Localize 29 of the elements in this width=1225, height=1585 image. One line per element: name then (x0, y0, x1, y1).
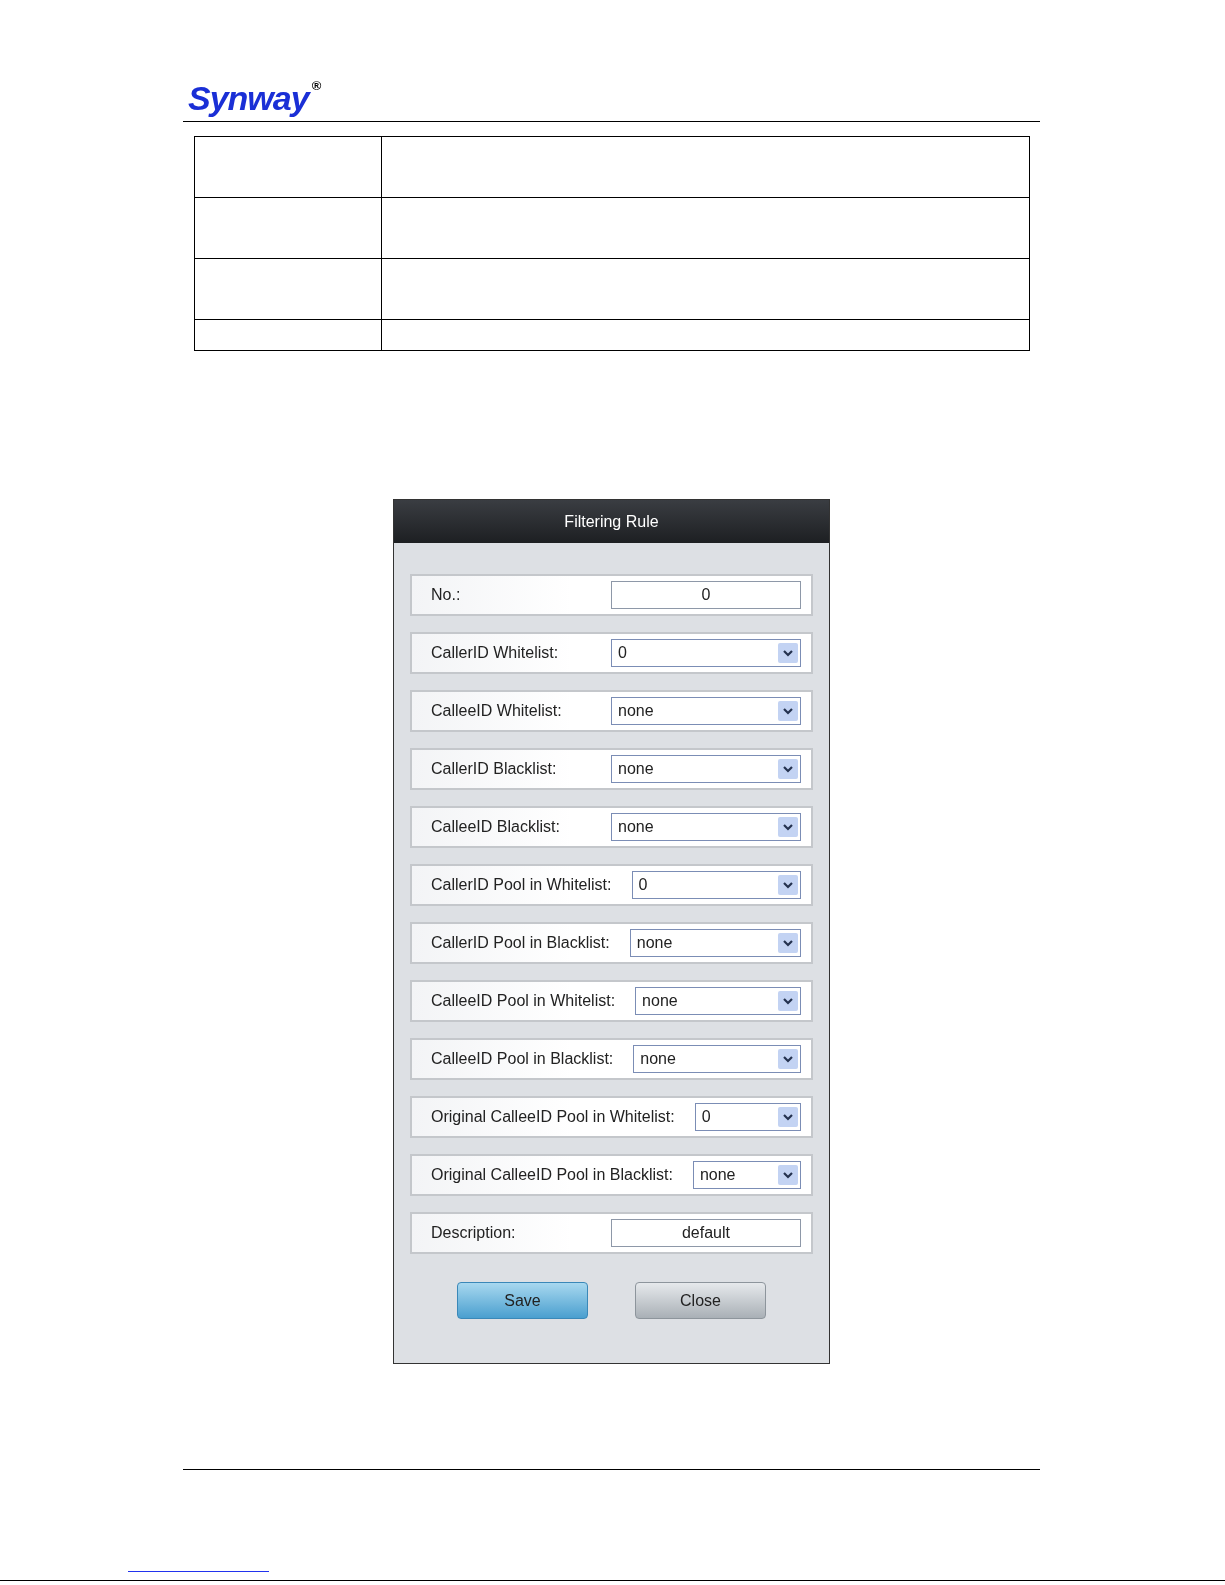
field-label: CalleeID Whitelist: (431, 702, 563, 720)
dropdown[interactable]: 0 (631, 871, 801, 899)
input-field[interactable]: default (611, 1219, 801, 1247)
company-logo: Synway (188, 78, 309, 118)
field-label: CallerID Pool in Blacklist: (431, 934, 610, 952)
dropdown[interactable]: 0 (611, 639, 801, 667)
save-button[interactable]: Save (457, 1282, 588, 1319)
field-label: CallerID Blacklist: (431, 760, 558, 778)
field-label: CallerID Whitelist: (431, 644, 560, 662)
dialog-title: Filtering Rule (394, 500, 829, 543)
registered-mark: ® (311, 78, 322, 93)
field-label: CalleeID Pool in Whitelist: (431, 992, 616, 1010)
field-label: CallerID Pool in Whitelist: (431, 876, 612, 894)
dropdown[interactable]: 0 (694, 1103, 801, 1131)
dropdown[interactable]: none (692, 1161, 801, 1189)
field-label: Description: (431, 1224, 517, 1242)
close-button[interactable]: Close (635, 1282, 766, 1319)
dropdown[interactable]: none (611, 697, 801, 725)
dropdown[interactable]: none (635, 987, 801, 1015)
input-field[interactable]: 0 (611, 581, 801, 609)
field-label: Original CalleeID Pool in Whitelist: (431, 1108, 675, 1126)
dropdown[interactable]: none (611, 755, 801, 783)
dropdown[interactable]: none (611, 813, 801, 841)
field-label: CalleeID Blacklist: (431, 818, 561, 836)
field-label: Original CalleeID Pool in Blacklist: (431, 1166, 673, 1184)
dropdown[interactable]: none (629, 929, 801, 957)
field-label: CalleeID Pool in Blacklist: (431, 1050, 614, 1068)
dropdown[interactable]: none (633, 1045, 801, 1073)
field-label: No.: (431, 586, 462, 604)
